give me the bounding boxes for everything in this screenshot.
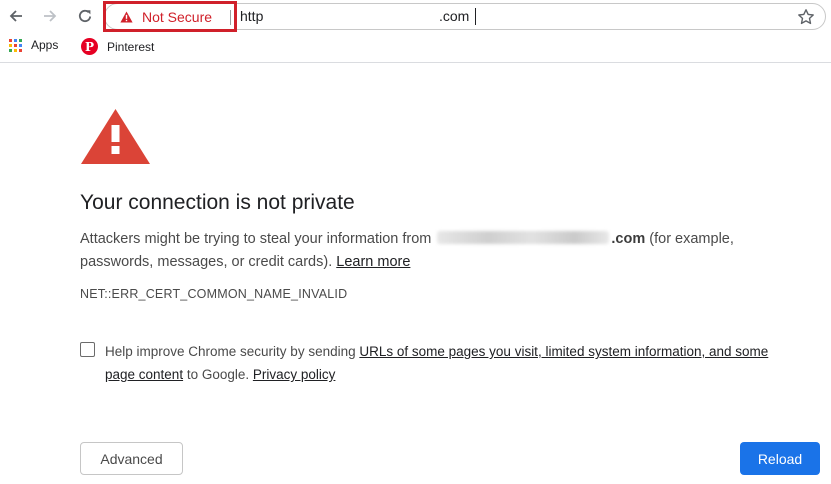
optin-text-before: Help improve Chrome security by sending xyxy=(105,344,360,359)
text-cursor xyxy=(475,8,476,25)
reload-toolbar-button[interactable] xyxy=(73,4,97,28)
reload-icon xyxy=(78,9,92,23)
divider xyxy=(230,10,231,25)
url-scheme: http xyxy=(240,8,264,24)
bookmark-apps[interactable]: Apps xyxy=(9,38,58,52)
bookmark-label: Apps xyxy=(31,38,59,52)
extended-reporting-checkbox[interactable] xyxy=(80,342,95,357)
learn-more-link[interactable]: Learn more xyxy=(336,254,410,270)
reload-button[interactable]: Reload xyxy=(740,442,820,475)
address-bar[interactable]: Not Secure http .com xyxy=(103,1,826,32)
star-icon xyxy=(798,9,814,25)
bookmark-label: Pinterest xyxy=(107,39,155,54)
desc-domain-tail: .com xyxy=(611,231,646,247)
pinterest-icon: P xyxy=(81,38,98,55)
security-indicator[interactable]: Not Secure xyxy=(103,1,237,32)
advanced-button[interactable]: Advanced xyxy=(80,442,183,475)
warning-description: Attackers might be trying to steal your … xyxy=(80,228,770,274)
browser-toolbar: Not Secure http .com xyxy=(0,0,831,33)
bookmark-pinterest[interactable]: P Pinterest xyxy=(81,38,154,55)
apps-grid-icon xyxy=(9,38,22,52)
arrow-left-icon xyxy=(9,10,22,22)
error-code: NET::ERR_CERT_COMMON_NAME_INVALID xyxy=(80,287,348,301)
optin-text: Help improve Chrome security by sending … xyxy=(105,340,800,386)
redacted-domain xyxy=(437,231,610,244)
forward-button[interactable] xyxy=(38,4,62,28)
warning-triangle-icon xyxy=(80,108,151,165)
arrow-right-icon xyxy=(44,10,57,22)
desc-text: Attackers might be trying to steal your … xyxy=(80,231,436,247)
privacy-policy-link[interactable]: Privacy policy xyxy=(253,367,336,382)
warning-triangle-icon xyxy=(120,11,133,23)
optin-text-middle: to Google. xyxy=(183,367,253,382)
back-button[interactable] xyxy=(4,4,28,28)
page-title: Your connection is not private xyxy=(80,191,355,214)
bookmark-star-button[interactable] xyxy=(797,8,815,26)
url-domain-tail: .com xyxy=(439,8,470,24)
security-label: Not Secure xyxy=(142,8,213,25)
bookmarks-bar: Apps P Pinterest xyxy=(0,33,831,63)
